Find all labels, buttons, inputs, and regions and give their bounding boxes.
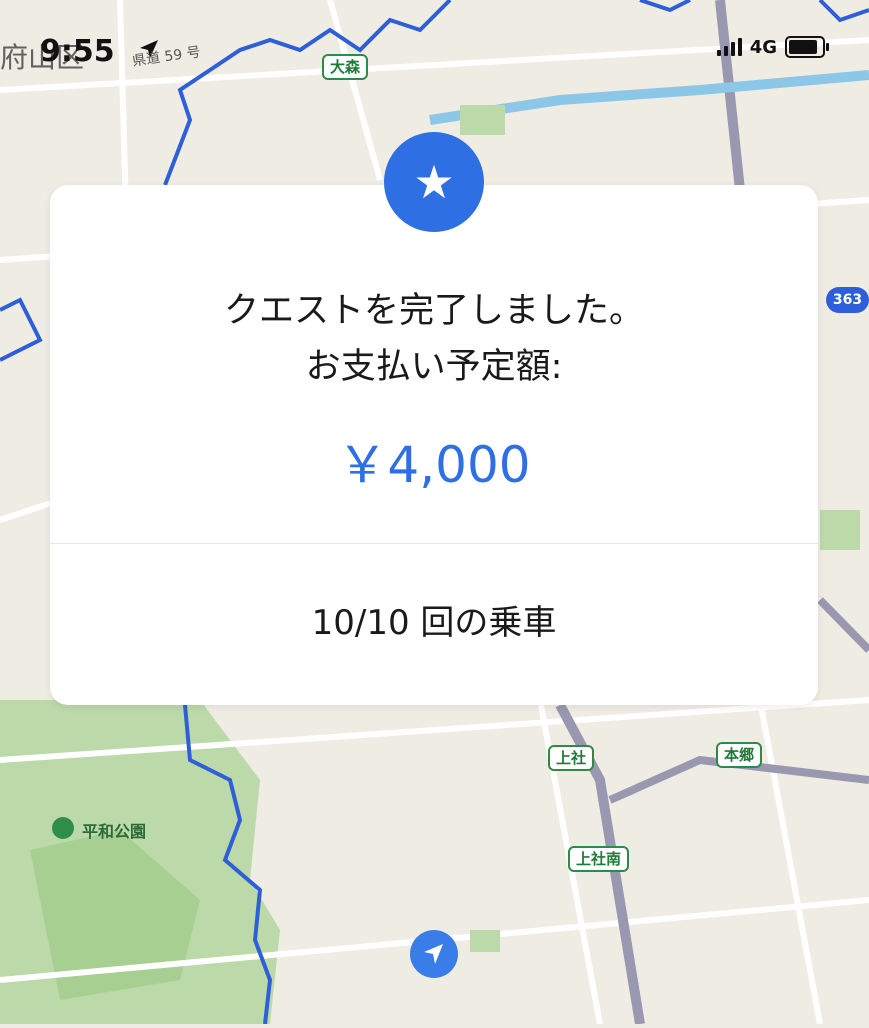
park-label: 平和公園 xyxy=(82,822,147,841)
route-shield-text: 363 xyxy=(832,292,863,308)
station-label-text: 上社南 xyxy=(576,850,622,868)
navigation-arrow xyxy=(424,944,443,964)
status-time: 9:55 xyxy=(40,34,115,69)
station-label[interactable]: 上社南 xyxy=(568,846,630,872)
route-shield: 363 xyxy=(826,287,869,313)
station-label-text: 本郷 xyxy=(724,746,755,764)
battery-icon xyxy=(785,36,829,58)
star-glyph: ★ xyxy=(413,155,455,209)
payment-label: お支払い予定額: xyxy=(305,347,563,387)
station-label[interactable]: 本郷 xyxy=(716,742,763,768)
station-label-text: 大森 xyxy=(330,58,361,76)
divider xyxy=(50,543,818,544)
star-icon: ★ xyxy=(384,132,484,232)
quest-complete-text: クエストを完了しました。 xyxy=(223,291,644,331)
tree-icon xyxy=(52,817,74,839)
payment-amount: ￥4,000 xyxy=(337,436,531,494)
navigation-icon[interactable] xyxy=(410,930,458,978)
status-right: 4G xyxy=(716,36,829,58)
station-label-text: 上社 xyxy=(556,749,587,767)
station-label[interactable]: 上社 xyxy=(548,745,595,771)
network-type: 4G xyxy=(749,36,777,58)
quest-message: クエストを完了しました。 お支払い予定額: xyxy=(50,283,818,395)
station-label[interactable]: 大森 xyxy=(322,54,369,80)
quest-complete-card: クエストを完了しました。 お支払い予定額: ￥4,000 10/10 回の乗車 xyxy=(50,185,818,705)
rides-count: 10/10 回の乗車 xyxy=(311,603,557,643)
signal-icon xyxy=(716,38,742,56)
